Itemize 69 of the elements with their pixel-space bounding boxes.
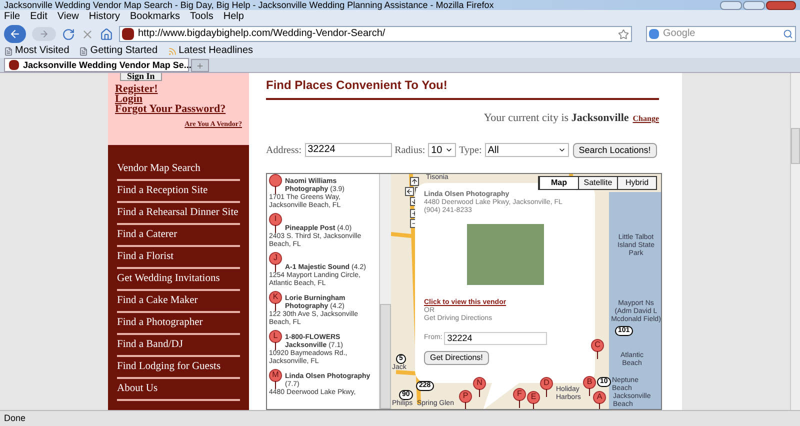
sidebar-link[interactable]: Find a Rehearsal Dinner Site	[117, 203, 240, 225]
forward-button[interactable]	[32, 27, 56, 41]
browser-tab[interactable]: Jacksonville Wedding Vendor Map Se...	[4, 58, 189, 72]
menu-item[interactable]: History	[88, 11, 120, 23]
close-button[interactable]	[766, 0, 796, 10]
type-label: Type:	[459, 144, 482, 158]
address-field[interactable]: http://www.bigdaybighelp.com/Wedding-Vendor-Search/	[119, 26, 632, 42]
forward-arrow-icon	[39, 29, 49, 39]
map-type-button[interactable]: Satellite	[578, 176, 617, 188]
bookmark-link[interactable]: Most Visited	[15, 45, 70, 57]
title-bar: Jacksonville Wedding Vendor Map Search - Big Day, Big Help - Jacksonville Wedding Planning Assistance - Mozilla Firefox	[0, 0, 800, 10]
menu-item[interactable]: View	[57, 11, 79, 23]
plus-icon	[196, 62, 204, 70]
pan-left-icon[interactable]	[405, 186, 414, 196]
home-icon[interactable]	[100, 28, 113, 40]
bookmark-link[interactable]: Getting Started	[90, 45, 158, 57]
radius-label: Radius:	[394, 144, 426, 158]
sidebar-link[interactable]: About Us	[117, 379, 240, 401]
menu-item[interactable]: Edit	[30, 11, 48, 23]
back-arrow-icon	[9, 28, 21, 40]
account-link[interactable]: Login	[115, 94, 242, 104]
get-directions-button[interactable]: Get Directions!	[424, 350, 489, 364]
list-pin-icon[interactable]	[269, 174, 282, 194]
sidebar-link[interactable]: Find a Band/DJ	[117, 335, 240, 357]
back-button[interactable]	[4, 25, 26, 43]
menu-item[interactable]: Help	[223, 11, 244, 23]
account-link[interactable]: Forgot Your Password?	[115, 104, 242, 114]
sidebar-link[interactable]: Find a Photographer	[117, 313, 240, 335]
page-icon	[79, 46, 88, 56]
sidebar-link[interactable]: Find a Caterer	[117, 225, 240, 247]
feed-icon	[168, 46, 177, 56]
scrollbar[interactable]	[379, 174, 391, 409]
sidebar-link[interactable]: Find Lodging for Guests	[117, 357, 240, 379]
stop-icon[interactable]	[81, 28, 94, 40]
menu-item[interactable]: File	[4, 11, 20, 23]
reload-icon[interactable]	[62, 28, 75, 40]
change-city-link[interactable]: Change	[632, 113, 659, 125]
sidebar-link[interactable]: Get Wedding Invitations	[117, 269, 240, 291]
search-locations-button[interactable]: Search Locations!	[572, 142, 657, 158]
sidebar-link[interactable]: Find a Florist	[117, 247, 240, 269]
radius-select[interactable]: 10	[428, 143, 456, 157]
page-scrollbar[interactable]	[790, 73, 800, 410]
search-field[interactable]: Google	[646, 26, 796, 42]
bookmark-link[interactable]: Latest Headlines	[178, 45, 254, 57]
sidebar-link[interactable]: Find a Cake Maker	[117, 291, 240, 313]
site-logo-icon	[122, 28, 134, 40]
current-city-text: Your current city is Jacksonville	[484, 111, 629, 126]
search-engine-icon[interactable]	[649, 29, 659, 39]
pan-up-icon[interactable]	[410, 176, 419, 186]
minimize-button[interactable]	[720, 0, 742, 10]
menu-item[interactable]: Tools	[190, 11, 214, 23]
account-link[interactable]: Register!	[115, 84, 242, 94]
maximize-button[interactable]	[743, 0, 765, 10]
page-heading: Find Places Convenient To You!	[266, 78, 659, 100]
sidebar-link[interactable]: Vendor Map Search	[117, 159, 240, 181]
page-icon	[4, 46, 13, 56]
map-type-button[interactable]: Hybrid	[617, 176, 656, 188]
bookmark-star-icon[interactable]	[618, 28, 629, 40]
menu-item[interactable]: Bookmarks	[130, 11, 180, 23]
type-select[interactable]: All	[484, 143, 569, 157]
sidebar-link[interactable]: Find a Reception Site	[117, 181, 240, 203]
address-input[interactable]: 32224	[304, 143, 392, 157]
new-tab-button[interactable]	[191, 59, 209, 72]
sign-in-button[interactable]: Sign In	[120, 73, 162, 81]
from-input[interactable]: 32224	[444, 332, 548, 344]
map-view[interactable]	[391, 174, 661, 409]
search-icon[interactable]	[783, 29, 793, 39]
site-logo-icon	[9, 60, 19, 70]
address-label: Address:	[266, 144, 302, 158]
